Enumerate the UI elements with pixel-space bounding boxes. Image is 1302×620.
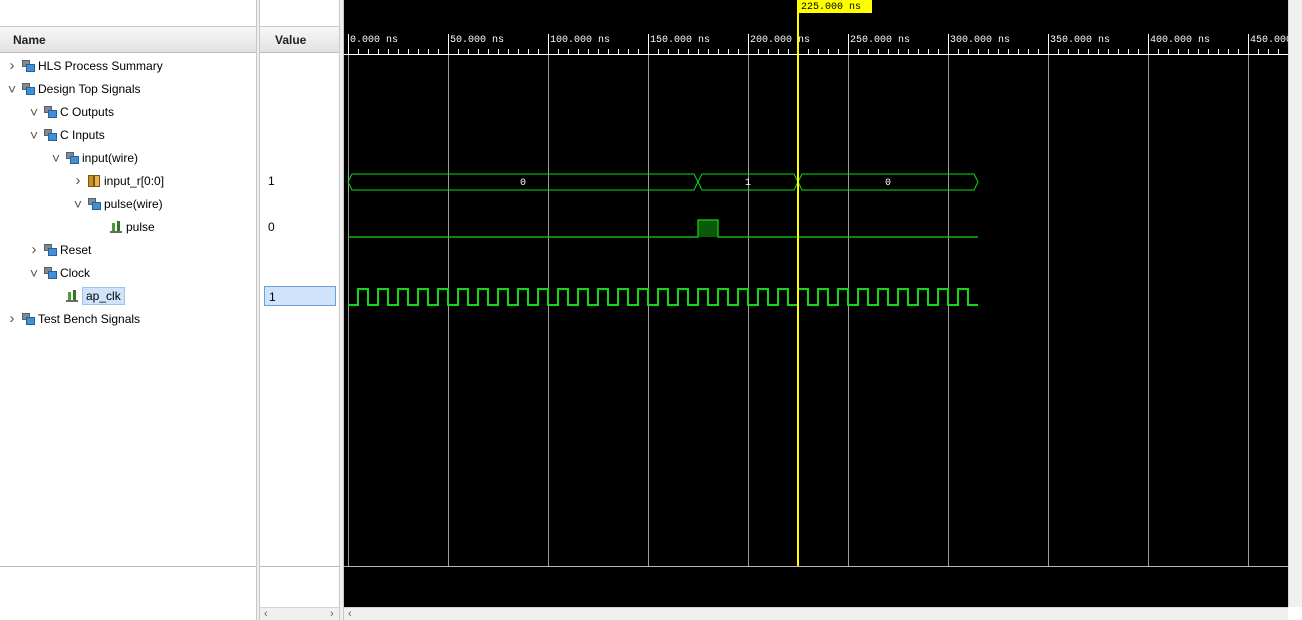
tree-row-dts[interactable]: ˅ Design Top Signals [0, 78, 256, 101]
value-hscrollbar[interactable]: ‹ › [260, 607, 339, 620]
divider [0, 566, 256, 567]
tree-row-tbs[interactable]: › Test Bench Signals [0, 308, 256, 331]
group-icon [22, 83, 35, 95]
divider [260, 566, 339, 567]
signal-value-inputr: 1 [268, 174, 275, 188]
chevron-down-icon[interactable]: ˅ [28, 104, 40, 120]
waveform-panel[interactable]: 0.000 ns 50.000 ns 100.000 ns 150.000 ns 200… [344, 0, 1288, 607]
tree-row-label: Design Top Signals [38, 82, 141, 96]
bus-value-label: 0 [885, 178, 891, 189]
group-icon [22, 313, 35, 325]
clock-waveform [348, 288, 978, 306]
bus-icon [88, 175, 100, 187]
tree-row-reset[interactable]: › Reset [0, 239, 256, 262]
group-icon [44, 267, 57, 279]
tree-row-label: HLS Process Summary [38, 59, 163, 73]
tick-label: 350.000 ns [1050, 35, 1110, 46]
scroll-left-icon[interactable]: ‹ [264, 608, 268, 620]
chevron-down-icon[interactable]: ˅ [72, 196, 84, 212]
group-icon [66, 152, 79, 164]
tree-row-label: C Inputs [60, 128, 105, 142]
tick-label: 300.000 ns [950, 35, 1010, 46]
chevron-right-icon[interactable]: › [6, 311, 18, 327]
value-column-label: Value [275, 33, 307, 47]
tree-row-cin[interactable]: ˅ C Inputs [0, 124, 256, 147]
chevron-right-icon[interactable]: › [28, 242, 40, 258]
chevron-right-icon[interactable]: › [6, 58, 18, 74]
tick-label: 100.000 ns [550, 35, 610, 46]
wave-hscrollbar[interactable]: ‹ [344, 607, 1288, 620]
group-icon [44, 129, 57, 141]
name-column-label: Name [13, 33, 46, 47]
tree-row-label: C Outputs [60, 105, 115, 119]
tick-label: 200.000 ns [750, 35, 810, 46]
group-icon [44, 244, 57, 256]
tree-row-label: pulse(wire) [104, 197, 163, 211]
tree-row-label: Clock [60, 266, 91, 280]
value-panel: Value 1 0 1 [260, 0, 339, 620]
tree-row-inputr[interactable]: › input_r[0:0] [0, 170, 256, 193]
chevron-right-icon[interactable]: › [72, 173, 84, 189]
value-column-header[interactable]: Value [260, 26, 339, 53]
tree-row-label: Test Bench Signals [38, 312, 141, 326]
tick-label: 250.000 ns [850, 35, 910, 46]
cursor-time-label: 225.000 ns [801, 2, 861, 13]
group-icon [44, 106, 57, 118]
tree-row-pwire[interactable]: ˅ pulse(wire) [0, 193, 256, 216]
name-panel: Name › HLS Process Summary ˅ Design Top Sig… [0, 0, 256, 620]
tick-label: 150.000 ns [650, 35, 710, 46]
tick-label: 50.000 ns [450, 35, 504, 46]
tree-row-apclk[interactable]: ap_clk [0, 285, 256, 308]
tree-row-label: Reset [60, 243, 92, 257]
tree-row-inwire[interactable]: ˅ input(wire) [0, 147, 256, 170]
tree-row-label: ap_clk [82, 287, 125, 305]
chevron-down-icon[interactable]: ˅ [6, 81, 18, 97]
wave-vscrollbar[interactable] [1288, 0, 1302, 607]
waveform-canvas[interactable]: 0.000 ns 50.000 ns 100.000 ns 150.000 ns 200… [344, 0, 1288, 607]
signal-icon [110, 221, 122, 233]
scroll-right-icon[interactable]: › [330, 608, 334, 620]
signal-value-apclk: 1 [264, 286, 336, 306]
tick-label: 400.000 ns [1150, 35, 1210, 46]
scroll-left-icon[interactable]: ‹ [348, 608, 352, 620]
name-column-header[interactable]: Name [0, 26, 256, 53]
signal-icon [66, 290, 78, 302]
group-icon [22, 60, 35, 72]
tree-row-clock[interactable]: ˅ Clock [0, 262, 256, 285]
tree-row-label: input_r[0:0] [104, 174, 165, 188]
tree-row-cout[interactable]: ˅ C Outputs [0, 101, 256, 124]
tree-row-hls[interactable]: › HLS Process Summary [0, 55, 256, 78]
bus-value-label: 0 [520, 178, 526, 189]
tree-row-label: pulse [126, 220, 155, 234]
chevron-down-icon[interactable]: ˅ [50, 150, 62, 166]
tick-label: 450.000 ns [1250, 35, 1288, 46]
tree-row-label: input(wire) [82, 151, 139, 165]
chevron-down-icon[interactable]: ˅ [28, 127, 40, 143]
pulse-high-fill [698, 220, 718, 237]
signal-value-pulse: 0 [268, 220, 275, 234]
tick-label: 0.000 ns [350, 35, 398, 46]
pulse-waveform [348, 219, 978, 238]
group-icon [88, 198, 101, 210]
chevron-down-icon[interactable]: ˅ [28, 265, 40, 281]
bus-value-label: 1 [745, 178, 751, 189]
tree-row-pulse[interactable]: pulse [0, 216, 256, 239]
